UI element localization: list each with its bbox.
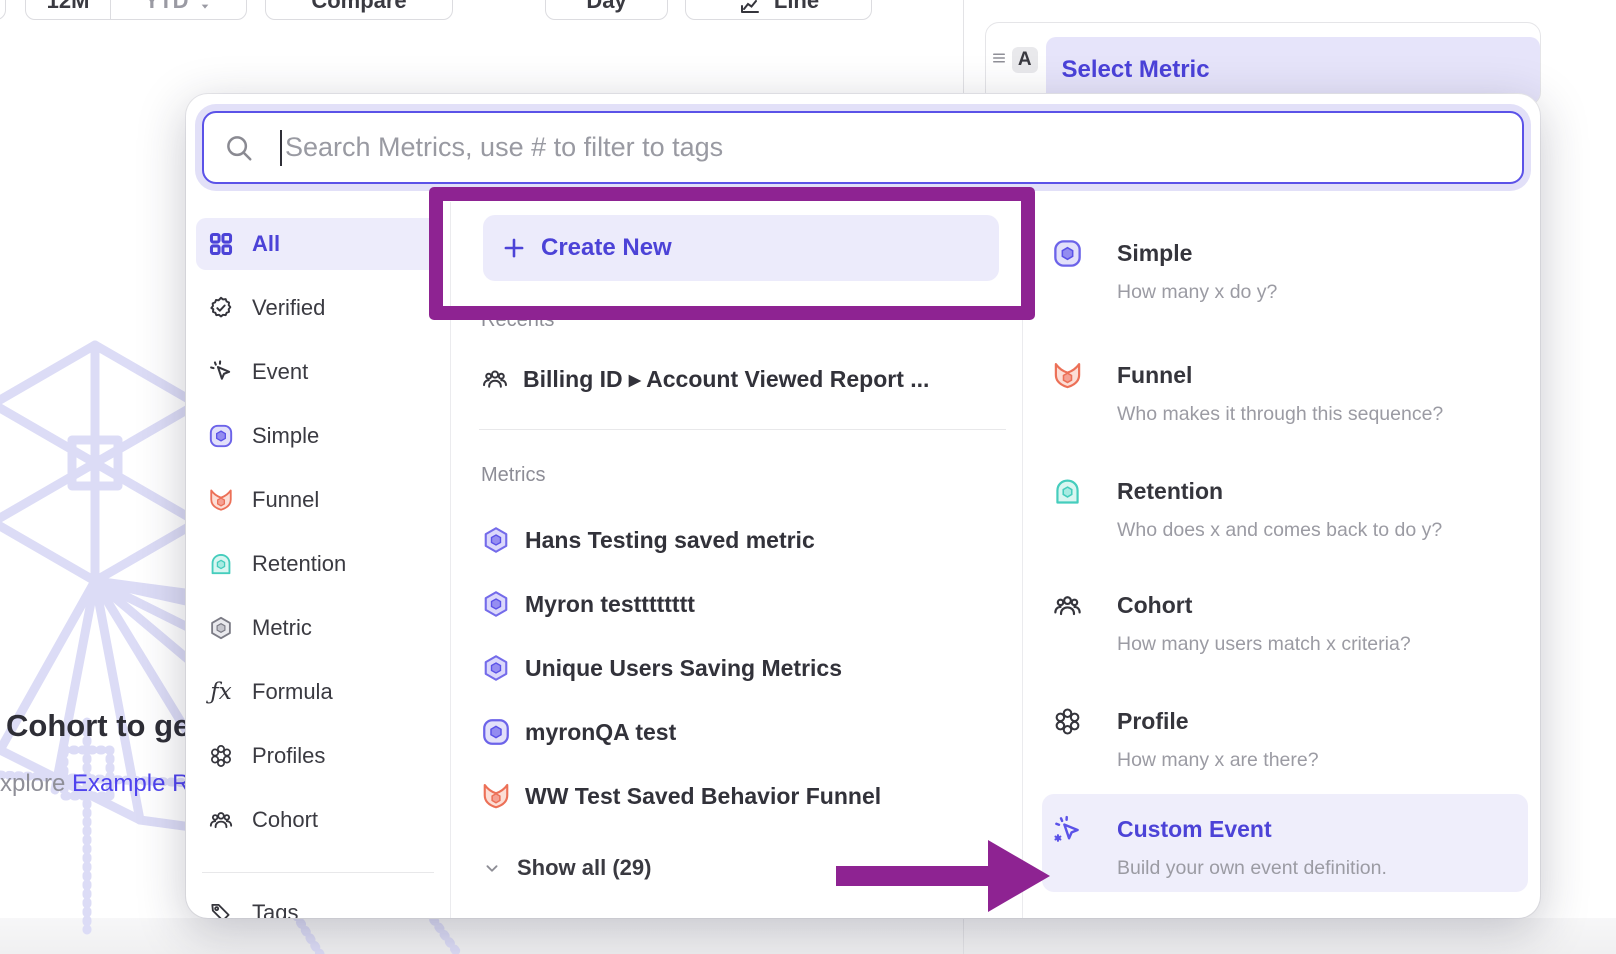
recent-item[interactable]: Billing ID ▸ Account Viewed Report ...	[481, 359, 1022, 399]
type-simple[interactable]: Simple How many x do y?	[1052, 238, 1277, 304]
cohort-icon	[208, 807, 234, 833]
day-interval-button[interactable]: Day	[545, 0, 668, 20]
text-cursor	[280, 130, 282, 166]
example-reports-link[interactable]: Example R	[72, 770, 189, 797]
chevron-down-icon	[481, 857, 503, 879]
empty-state-subtext: xplore Example R	[0, 770, 189, 798]
funnel-icon	[1052, 360, 1083, 391]
cohort-icon	[481, 365, 509, 393]
sidebar-item-profiles[interactable]: Profiles	[196, 730, 440, 782]
sidebar-item-event[interactable]: Event	[196, 346, 440, 398]
sidebar-item-formula[interactable]: ƒx Formula	[196, 666, 440, 718]
type-description: Who does x and comes back to do y?	[1117, 519, 1442, 542]
simple-icon	[208, 423, 234, 449]
sidebar-item-simple[interactable]: Simple	[196, 410, 440, 462]
metric-hexagon-icon	[481, 653, 511, 683]
chevron-down-icon	[197, 0, 213, 14]
filter-sidebar: All Verified Event Simple	[186, 202, 451, 918]
sidebar-item-tags[interactable]: Tags	[196, 887, 440, 918]
toolbar-button-fragment[interactable]	[0, 0, 6, 20]
profiles-icon	[208, 743, 234, 769]
type-profile[interactable]: Profile How many x are there?	[1052, 706, 1319, 772]
formula-icon: ƒx	[208, 679, 234, 705]
type-title: Cohort	[1117, 590, 1411, 620]
type-title: Simple	[1117, 238, 1277, 268]
event-icon	[208, 359, 234, 385]
explore-text-fragment: xplore	[0, 770, 72, 797]
line-chart-type-button[interactable]: Line	[685, 0, 872, 20]
profiles-icon	[1052, 706, 1083, 737]
series-a-badge: A	[1012, 47, 1038, 73]
type-description: Build your own event definition.	[1117, 857, 1387, 880]
type-custom-event[interactable]: Custom Event Build your own event defini…	[1042, 794, 1528, 892]
sidebar-item-metric[interactable]: Metric	[196, 602, 440, 654]
divider	[479, 429, 1006, 430]
grid-icon	[208, 231, 234, 257]
annotation-highlight-box	[429, 187, 1035, 320]
metric-list-item[interactable]: Myron testttttttt	[481, 582, 1022, 626]
date-range-control: 12M YTD	[25, 0, 247, 20]
sidebar-item-retention[interactable]: Retention	[196, 538, 440, 590]
type-description: Who makes it through this sequence?	[1117, 403, 1443, 426]
metric-list-item[interactable]: WW Test Saved Behavior Funnel	[481, 774, 1022, 818]
metric-list-item[interactable]: Unique Users Saving Metrics	[481, 646, 1022, 690]
type-description: How many x are there?	[1117, 749, 1319, 772]
retention-icon	[208, 551, 234, 577]
metric-icon	[208, 615, 234, 641]
sidebar-item-cohort[interactable]: Cohort	[196, 794, 440, 846]
type-title: Custom Event	[1117, 814, 1387, 844]
simple-icon	[481, 717, 511, 747]
simple-icon	[1052, 238, 1083, 269]
line-chart-icon	[738, 0, 762, 16]
range-12m-button[interactable]: 12M	[26, 0, 110, 19]
custom-event-icon	[1052, 814, 1083, 845]
drag-handle-icon[interactable]	[990, 49, 1008, 67]
search-placeholder: Search Metrics, use # to filter to tags	[285, 132, 723, 163]
funnel-icon	[481, 781, 511, 811]
type-funnel[interactable]: Funnel Who makes it through this sequenc…	[1052, 360, 1443, 426]
metric-list-item[interactable]: Hans Testing saved metric	[481, 518, 1022, 562]
funnel-icon	[208, 487, 234, 513]
type-title: Funnel	[1117, 360, 1443, 390]
divider	[202, 872, 434, 873]
verified-icon	[208, 295, 234, 321]
type-cohort[interactable]: Cohort How many users match x criteria?	[1052, 590, 1411, 656]
metric-type-column: Simple How many x do y? Funnel Who makes…	[1023, 202, 1540, 918]
metric-hexagon-icon	[481, 525, 511, 555]
sidebar-item-funnel[interactable]: Funnel	[196, 474, 440, 526]
type-title: Retention	[1117, 476, 1442, 506]
retention-icon	[1052, 476, 1083, 507]
type-title: Profile	[1117, 706, 1319, 736]
metric-hexagon-icon	[481, 589, 511, 619]
annotation-arrow	[836, 840, 1050, 912]
search-icon	[224, 133, 254, 163]
compare-button[interactable]: Compare	[265, 0, 453, 20]
tag-icon	[208, 900, 234, 918]
search-input[interactable]: Search Metrics, use # to filter to tags	[202, 111, 1524, 184]
empty-state-heading-fragment: Cohort to ge	[6, 708, 190, 744]
sidebar-item-all[interactable]: All	[196, 218, 440, 270]
type-retention[interactable]: Retention Who does x and comes back to d…	[1052, 476, 1442, 542]
metric-list-item[interactable]: myronQA test	[481, 710, 1022, 754]
type-description: How many x do y?	[1117, 281, 1277, 304]
metrics-header: Metrics	[481, 462, 1022, 488]
sidebar-item-verified[interactable]: Verified	[196, 282, 440, 334]
range-ytd-button[interactable]: YTD	[111, 0, 246, 19]
type-description: How many users match x criteria?	[1117, 633, 1411, 656]
cohort-icon	[1052, 590, 1083, 621]
